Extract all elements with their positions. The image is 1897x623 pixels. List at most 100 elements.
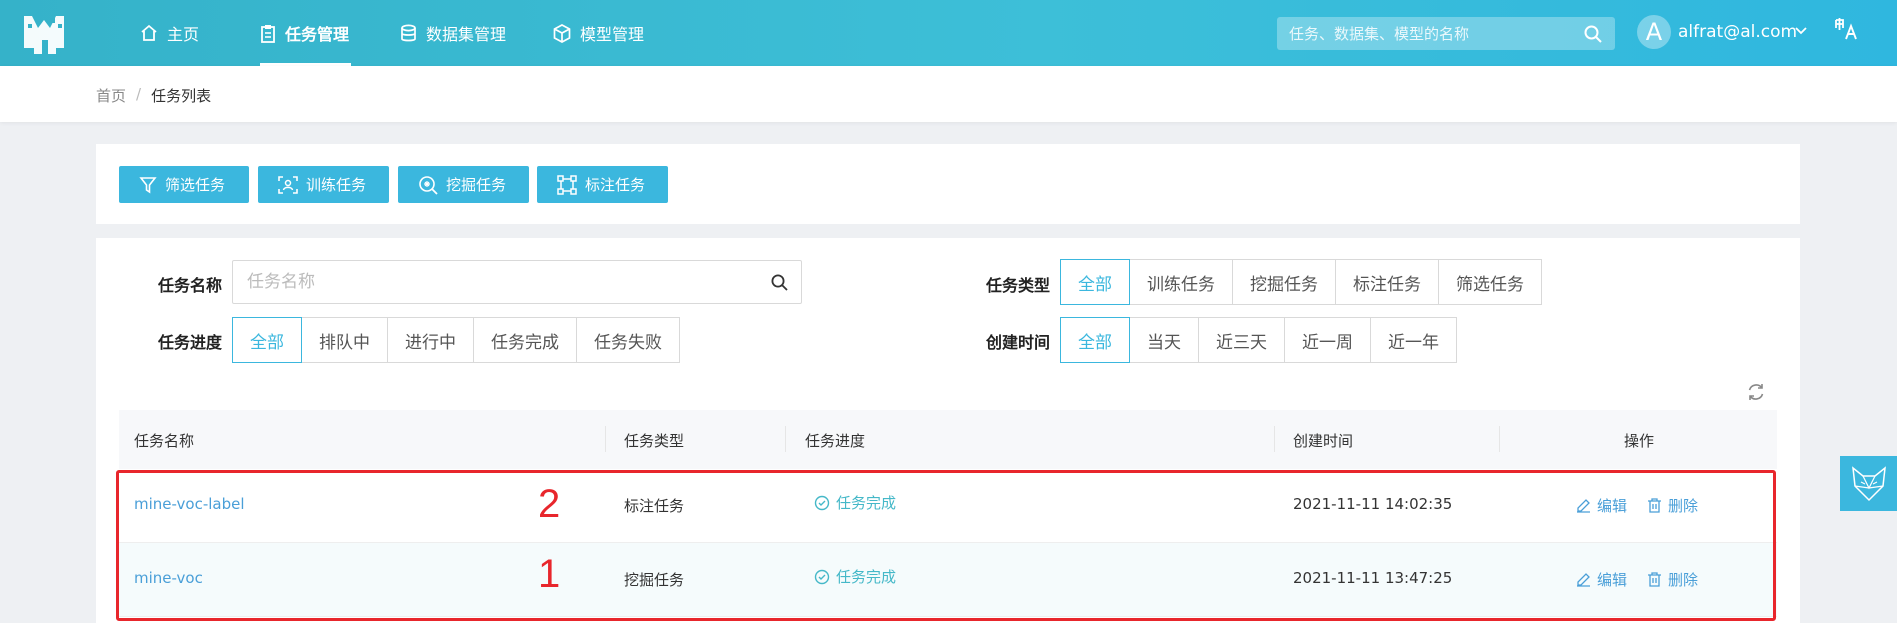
annotation-number-2: 2 (538, 482, 561, 526)
edit-icon (1577, 573, 1590, 587)
delete-button[interactable]: 删除 (1647, 495, 1698, 516)
task-status: 任务完成 (814, 566, 896, 587)
refresh-icon[interactable] (1746, 382, 1766, 402)
train-task-label: 训练任务 (306, 176, 367, 194)
progress-filter-group: 全部 排队中 进行中 任务完成 任务失败 (232, 317, 680, 363)
column-divider (605, 426, 606, 452)
progress-option-all[interactable]: 全部 (232, 317, 302, 363)
task-name-link[interactable]: mine-voc-label (134, 495, 245, 513)
breadcrumb-separator: / (136, 85, 142, 103)
task-status: 任务完成 (814, 492, 896, 513)
delete-label: 删除 (1668, 497, 1699, 515)
task-name-input[interactable] (247, 261, 747, 303)
user-email[interactable]: alfrat@al.com (1678, 22, 1797, 42)
type-option-mine[interactable]: 挖掘任务 (1232, 259, 1336, 305)
progress-option-queued[interactable]: 排队中 (301, 317, 388, 363)
edit-button[interactable]: 编辑 (1576, 495, 1627, 516)
task-name-filter-label: 任务名称 (158, 276, 223, 295)
col-actions: 操作 (1624, 432, 1655, 450)
label-icon (557, 174, 577, 195)
floating-assistant-button[interactable] (1840, 456, 1897, 511)
check-circle-icon (814, 495, 830, 510)
filter-task-label: 筛选任务 (165, 176, 226, 194)
nav-task-management[interactable]: 任务管理 (260, 0, 352, 66)
mine-icon (419, 175, 438, 195)
table-row: mine-voc 挖掘任务 任务完成 2021-11-11 13:47:25 编… (119, 543, 1777, 617)
col-task-name: 任务名称 (134, 432, 195, 450)
database-icon (401, 24, 416, 41)
action-toolbar: 筛选任务 训练任务 挖掘任务 标注任务 (96, 144, 1800, 224)
search-icon[interactable] (770, 273, 789, 292)
nav-model-label: 模型管理 (580, 25, 645, 44)
trash-icon (1648, 498, 1661, 513)
clipboard-icon (261, 24, 275, 43)
task-table: 任务名称 任务类型 任务进度 创建时间 操作 mine-voc-label 标注… (119, 410, 1777, 617)
home-icon (141, 24, 157, 41)
annotation-number-1: 1 (538, 552, 561, 596)
filter-task-button[interactable]: 筛选任务 (119, 166, 249, 203)
check-circle-icon (814, 569, 830, 584)
column-divider (1274, 426, 1275, 452)
chevron-down-icon[interactable] (1794, 26, 1808, 36)
nav-dataset-label: 数据集管理 (426, 25, 507, 44)
task-name-search[interactable] (232, 260, 802, 304)
col-task-type: 任务类型 (624, 432, 685, 450)
filter-icon (139, 176, 157, 193)
trash-icon (1648, 572, 1661, 587)
global-search-input[interactable] (1289, 17, 1569, 50)
delete-button[interactable]: 删除 (1647, 569, 1698, 590)
avatar-letter: A (1645, 18, 1663, 46)
breadcrumb-current: 任务列表 (151, 87, 212, 105)
column-divider (1499, 426, 1500, 452)
time-option-year[interactable]: 近一年 (1370, 317, 1457, 363)
progress-option-running[interactable]: 进行中 (387, 317, 474, 363)
task-status-label: 任务完成 (836, 494, 897, 512)
task-name-link[interactable]: mine-voc (134, 569, 203, 587)
delete-label: 删除 (1668, 571, 1699, 589)
progress-option-done[interactable]: 任务完成 (473, 317, 577, 363)
train-icon (278, 175, 298, 194)
breadcrumb-home[interactable]: 首页 (96, 85, 126, 106)
train-task-button[interactable]: 训练任务 (258, 166, 389, 203)
mine-task-button[interactable]: 挖掘任务 (398, 166, 529, 203)
time-option-3days[interactable]: 近三天 (1198, 317, 1285, 363)
avatar[interactable]: A (1637, 15, 1671, 49)
app-logo-icon[interactable] (20, 10, 68, 56)
task-status-label: 任务完成 (836, 568, 897, 586)
label-task-label: 标注任务 (585, 176, 646, 194)
nav-dataset-management[interactable]: 数据集管理 (400, 0, 506, 66)
breadcrumb: 首页 / 任务列表 (96, 85, 211, 106)
task-progress-filter-label: 任务进度 (158, 333, 223, 352)
task-type-filter-label: 任务类型 (986, 276, 1051, 295)
time-filter-group: 全部 当天 近三天 近一周 近一年 (1060, 317, 1457, 363)
time-option-all[interactable]: 全部 (1060, 317, 1130, 363)
table-header: 任务名称 任务类型 任务进度 创建时间 操作 (119, 410, 1777, 469)
edit-button[interactable]: 编辑 (1576, 569, 1627, 590)
task-type-cell: 标注任务 (624, 497, 685, 515)
fox-logo-icon (1851, 465, 1886, 501)
top-header: 主页 任务管理 数据集管理 模型管理 A alfrat@al.com (0, 0, 1897, 66)
type-filter-group: 全部 训练任务 挖掘任务 标注任务 筛选任务 (1060, 259, 1542, 305)
nav-home[interactable]: 主页 (140, 0, 199, 66)
search-icon[interactable] (1583, 24, 1603, 44)
nav-model-management[interactable]: 模型管理 (553, 0, 644, 66)
time-option-week[interactable]: 近一周 (1284, 317, 1371, 363)
mine-task-label: 挖掘任务 (446, 176, 507, 194)
progress-option-failed[interactable]: 任务失败 (576, 317, 680, 363)
language-switch-icon[interactable] (1833, 16, 1859, 42)
label-task-button[interactable]: 标注任务 (537, 166, 668, 203)
cube-icon (553, 23, 571, 43)
type-option-label[interactable]: 标注任务 (1335, 259, 1439, 305)
col-task-progress: 任务进度 (805, 432, 866, 450)
created-time-cell: 2021-11-11 13:47:25 (1293, 569, 1453, 587)
create-time-filter-label: 创建时间 (986, 333, 1051, 352)
type-option-all[interactable]: 全部 (1060, 259, 1130, 305)
type-option-filter[interactable]: 筛选任务 (1438, 259, 1542, 305)
type-option-train[interactable]: 训练任务 (1129, 259, 1233, 305)
created-time-cell: 2021-11-11 14:02:35 (1293, 495, 1453, 513)
global-search[interactable] (1277, 17, 1615, 50)
time-option-today[interactable]: 当天 (1129, 317, 1199, 363)
edit-icon (1577, 499, 1590, 513)
edit-label: 编辑 (1597, 571, 1628, 589)
nav-task-label: 任务管理 (285, 25, 350, 44)
